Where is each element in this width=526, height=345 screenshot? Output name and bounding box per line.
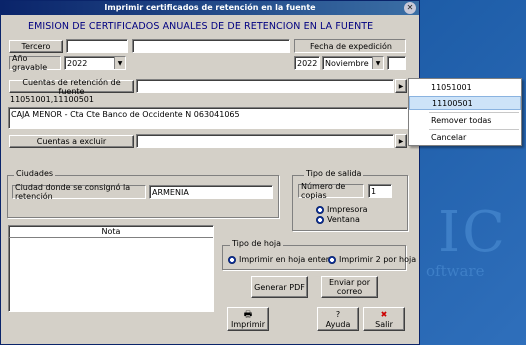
help-icon: ? (335, 309, 341, 319)
fecha-expedicion-label: Fecha de expedición (294, 39, 406, 53)
cuentas-excluir-button[interactable]: Cuentas a excluir (9, 135, 134, 148)
fecha-month-value: Noviembre (325, 58, 369, 68)
tipo-salida-title: Tipo de salida (304, 169, 364, 178)
radio-icon (316, 215, 324, 224)
salir-button[interactable]: ✖ Salir (363, 307, 405, 331)
ciudades-title: Ciudades (14, 169, 56, 178)
radio-hoja-entera[interactable]: Imprimir en hoja entera (228, 255, 334, 264)
background-logo: IC (438, 200, 507, 265)
menu-item-account-2[interactable]: 11100501 (409, 96, 521, 110)
menu-item-account-1[interactable]: 11051001 (409, 81, 521, 95)
radio-icon (328, 255, 336, 264)
menu-item-remove-all[interactable]: Remover todas (409, 114, 521, 128)
copies-label: Número de copias (298, 182, 364, 200)
ano-gravable-value: 2022 (67, 58, 88, 68)
nota-textarea[interactable]: Nota (8, 225, 214, 312)
ciudad-input[interactable]: ARMENIA (149, 185, 273, 199)
menu-separator (429, 112, 519, 113)
ano-gravable-select[interactable]: 2022 ▼ (64, 56, 126, 70)
radio-ventana-label: Ventana (327, 215, 360, 224)
cuentas-retencion-input[interactable] (136, 79, 394, 93)
window-titlebar[interactable]: Imprimir certificados de retención en la… (1, 1, 419, 15)
chevron-right-icon[interactable]: ▶ (395, 79, 407, 93)
fecha-year-input[interactable]: 2022 (294, 56, 320, 70)
tipo-hoja-title: Tipo de hoja (230, 239, 284, 248)
radio-2-por-hoja-label: Imprimir 2 por hoja (339, 255, 417, 264)
caja-textarea[interactable]: CAJA MENOR - Cta Cte Banco de Occidente … (8, 107, 408, 129)
tercero-name-input[interactable] (132, 39, 290, 53)
fecha-day-input[interactable] (387, 56, 406, 70)
chevron-right-icon[interactable]: ▶ (395, 134, 407, 148)
chevron-down-icon[interactable]: ▼ (372, 57, 383, 69)
page-title: EMISION DE CERTIFICADOS ANUALES DE DE RE… (28, 21, 374, 32)
radio-icon (228, 255, 236, 264)
background-tagline: oftware (426, 262, 485, 280)
imprimir-label: Imprimir (230, 319, 266, 329)
copies-input[interactable]: 1 (368, 184, 392, 198)
salir-label: Salir (375, 319, 393, 329)
selected-accounts-text: 11051001,11100501 (10, 95, 94, 104)
fecha-month-select[interactable]: Noviembre ▼ (322, 56, 384, 70)
exit-icon: ✖ (380, 309, 388, 319)
context-menu: 11051001 11100501 Remover todas Cancelar (408, 78, 522, 146)
printer-icon: 🖶 (243, 309, 253, 320)
ayuda-label: Ayuda (325, 319, 351, 329)
enviar-correo-button[interactable]: Enviar por correo (321, 276, 378, 298)
radio-icon (316, 205, 324, 214)
menu-item-cancel[interactable]: Cancelar (409, 131, 521, 145)
close-icon[interactable]: ✕ (404, 2, 416, 14)
ano-gravable-label: Año gravable (9, 54, 61, 72)
menu-separator (429, 129, 519, 130)
imprimir-button[interactable]: 🖶 Imprimir (227, 307, 269, 331)
radio-impresora-label: Impresora (327, 205, 368, 214)
radio-ventana[interactable]: Ventana (316, 215, 360, 224)
nota-header: Nota (9, 226, 213, 238)
cuentas-excluir-input[interactable] (136, 134, 394, 148)
ciudad-label: Ciudad donde se consignó la retención (12, 183, 146, 201)
ayuda-button[interactable]: ? Ayuda (317, 307, 359, 331)
chevron-down-icon[interactable]: ▼ (114, 57, 125, 69)
tercero-button[interactable]: Tercero (9, 40, 63, 53)
generar-pdf-button[interactable]: Generar PDF (251, 276, 308, 298)
radio-hoja-entera-label: Imprimir en hoja entera (239, 255, 334, 264)
radio-impresora[interactable]: Impresora (316, 205, 368, 214)
tercero-code-input[interactable] (66, 39, 128, 53)
window-title: Imprimir certificados de retención en la… (104, 3, 316, 12)
radio-2-por-hoja[interactable]: Imprimir 2 por hoja (328, 255, 416, 264)
cuentas-retencion-button[interactable]: Cuentas de retención de fuente (9, 78, 134, 96)
